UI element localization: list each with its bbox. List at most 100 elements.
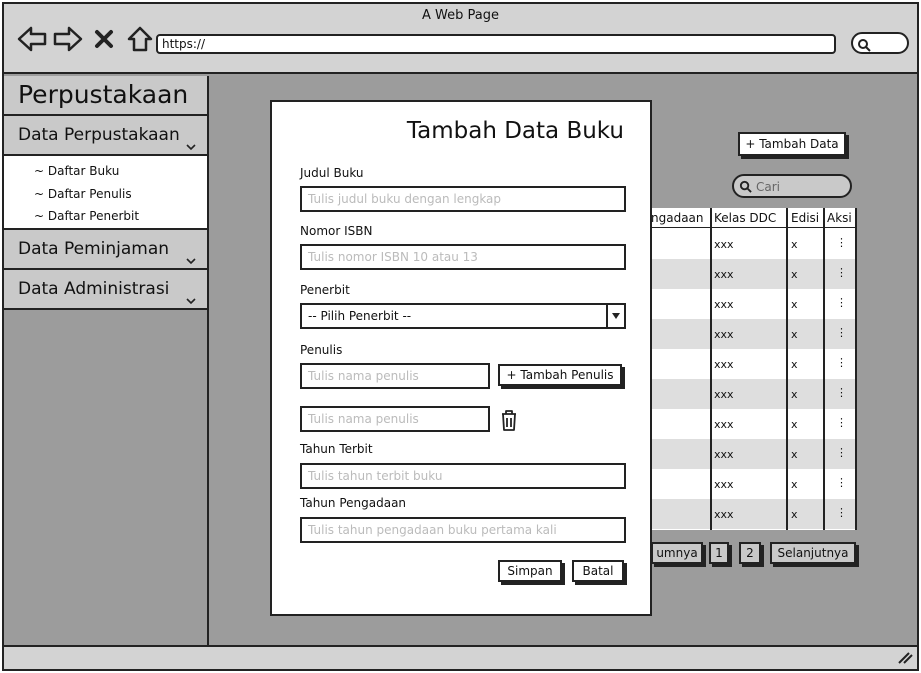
home-icon[interactable] — [124, 24, 156, 54]
edisi-cell: x — [791, 238, 798, 251]
kelas-ddc-cell: xxx — [714, 328, 734, 341]
prev-page-button[interactable]: umnya — [651, 542, 703, 564]
resize-grip-icon[interactable] — [897, 650, 913, 669]
column-header: Aksi — [827, 211, 852, 225]
page-1-button[interactable]: 1 — [709, 542, 729, 564]
row-actions-menu[interactable]: ⋮ — [836, 296, 847, 309]
trash-icon[interactable] — [499, 408, 519, 436]
table-row: xxx x ⋮ — [651, 499, 857, 529]
edisi-cell: x — [791, 328, 798, 341]
judul-label: Judul Buku — [300, 166, 364, 180]
edisi-cell: x — [791, 478, 798, 491]
sidebar-section-label: Data Administrasi — [18, 279, 170, 299]
kelas-ddc-cell: xxx — [714, 418, 734, 431]
table-header: ngadaan Kelas DDC Edisi Aksi — [651, 208, 857, 228]
sidebar: Perpustakaan Data Perpustakaan ~ Daftar … — [4, 76, 209, 649]
edisi-cell: x — [791, 448, 798, 461]
tahun-pengadaan-input[interactable]: Tulis tahun pengadaan buku pertama kali — [300, 517, 626, 543]
row-actions-menu[interactable]: ⋮ — [836, 266, 847, 279]
row-actions-menu[interactable]: ⋮ — [836, 506, 847, 519]
table-row: xxx x ⋮ — [651, 439, 857, 469]
window-title: A Web Page — [422, 8, 499, 23]
row-actions-menu[interactable]: ⋮ — [836, 446, 847, 459]
penulis-input-2[interactable]: Tulis nama penulis — [300, 406, 490, 432]
add-book-modal: Tambah Data Buku Judul Buku Tulis judul … — [270, 100, 652, 616]
search-placeholder: Cari — [756, 180, 780, 194]
column-header: ngadaan — [651, 211, 704, 225]
row-actions-menu[interactable]: ⋮ — [836, 416, 847, 429]
table-row: xxx x ⋮ — [651, 409, 857, 439]
table-row: xxx x ⋮ — [651, 289, 857, 319]
status-bar — [4, 645, 917, 669]
kelas-ddc-cell: xxx — [714, 508, 734, 521]
kelas-ddc-cell: xxx — [714, 448, 734, 461]
kelas-ddc-cell: xxx — [714, 238, 734, 251]
column-divider — [823, 208, 825, 530]
add-penulis-button[interactable]: + Tambah Penulis — [498, 364, 622, 386]
table-row: xxx x ⋮ — [651, 319, 857, 349]
data-table: ngadaan Kelas DDC Edisi Aksi xxx x ⋮ xxx x ⋮ x… — [651, 208, 857, 530]
tahun-terbit-input[interactable]: Tulis tahun terbit buku — [300, 463, 626, 489]
table-row: xxx x ⋮ — [651, 259, 857, 289]
sidebar-section-administrasi[interactable]: Data Administrasi — [4, 270, 207, 310]
browser-window: A Web Page https:// Perpustakaan Data Pe… — [2, 2, 919, 671]
save-button[interactable]: Simpan — [498, 560, 562, 582]
penerbit-select[interactable]: -- Pilih Penerbit -- — [300, 303, 626, 329]
edisi-cell: x — [791, 388, 798, 401]
row-actions-menu[interactable]: ⋮ — [836, 326, 847, 339]
judul-input[interactable]: Tulis judul buku dengan lengkap — [300, 186, 626, 212]
row-actions-menu[interactable]: ⋮ — [836, 236, 847, 249]
sidebar-item-daftar-buku[interactable]: ~ Daftar Buku — [4, 160, 207, 183]
tahun-pengadaan-label: Tahun Pengadaan — [300, 496, 407, 510]
column-divider — [855, 208, 857, 530]
edisi-cell: x — [791, 298, 798, 311]
search-icon — [857, 37, 871, 56]
close-icon[interactable] — [88, 24, 120, 54]
back-icon[interactable] — [16, 24, 48, 54]
table-row: xxx x ⋮ — [651, 379, 857, 409]
row-actions-menu[interactable]: ⋮ — [836, 476, 847, 489]
cancel-button[interactable]: Batal — [572, 560, 624, 582]
sidebar-section-perpustakaan[interactable]: Data Perpustakaan — [4, 116, 207, 156]
table-search-input[interactable]: Cari — [732, 174, 852, 198]
row-actions-menu[interactable]: ⋮ — [836, 356, 847, 369]
isbn-input[interactable]: Tulis nomor ISBN 10 atau 13 — [300, 244, 626, 270]
app-title: Perpustakaan — [4, 76, 207, 116]
table-row: xxx x ⋮ — [651, 469, 857, 499]
column-divider — [710, 208, 712, 530]
column-header: Kelas DDC — [714, 211, 777, 225]
page-2-button[interactable]: 2 — [739, 542, 761, 564]
sidebar-item-daftar-penerbit[interactable]: ~ Daftar Penerbit — [4, 205, 207, 228]
table-body: xxx x ⋮ xxx x ⋮ xxx x ⋮ xxx x ⋮ xxx x ⋮ xxx x ⋮ xxx x ⋮ xxx x ⋮… — [651, 229, 857, 529]
forward-icon[interactable] — [52, 24, 84, 54]
penulis-input[interactable]: Tulis nama penulis — [300, 363, 490, 389]
sidebar-item-daftar-penulis[interactable]: ~ Daftar Penulis — [4, 183, 207, 206]
kelas-ddc-cell: xxx — [714, 298, 734, 311]
edisi-cell: x — [791, 358, 798, 371]
column-divider — [786, 208, 788, 530]
edisi-cell: x — [791, 508, 798, 521]
search-icon — [739, 180, 752, 198]
sidebar-section-label: Data Perpustakaan — [18, 125, 180, 145]
sidebar-section-label: Data Peminjaman — [18, 239, 170, 259]
add-data-button[interactable]: + Tambah Data — [738, 132, 846, 156]
edisi-cell: x — [791, 418, 798, 431]
isbn-label: Nomor ISBN — [300, 224, 373, 238]
chevron-down-icon — [185, 283, 197, 321]
next-page-button[interactable]: Selanjutnya — [770, 542, 856, 564]
penerbit-label: Penerbit — [300, 283, 350, 297]
penerbit-select-value: -- Pilih Penerbit -- — [308, 309, 412, 323]
kelas-ddc-cell: xxx — [714, 388, 734, 401]
penulis-label: Penulis — [300, 343, 343, 357]
modal-title: Tambah Data Buku — [406, 118, 624, 144]
browser-search[interactable] — [851, 32, 909, 54]
kelas-ddc-cell: xxx — [714, 358, 734, 371]
row-actions-menu[interactable]: ⋮ — [836, 386, 847, 399]
table-row: xxx x ⋮ — [651, 229, 857, 259]
sidebar-section-peminjaman[interactable]: Data Peminjaman — [4, 230, 207, 270]
table-row: xxx x ⋮ — [651, 349, 857, 379]
column-header: Edisi — [791, 211, 820, 225]
url-bar[interactable]: https:// — [156, 34, 836, 54]
kelas-ddc-cell: xxx — [714, 478, 734, 491]
tahun-terbit-label: Tahun Terbit — [300, 442, 373, 456]
